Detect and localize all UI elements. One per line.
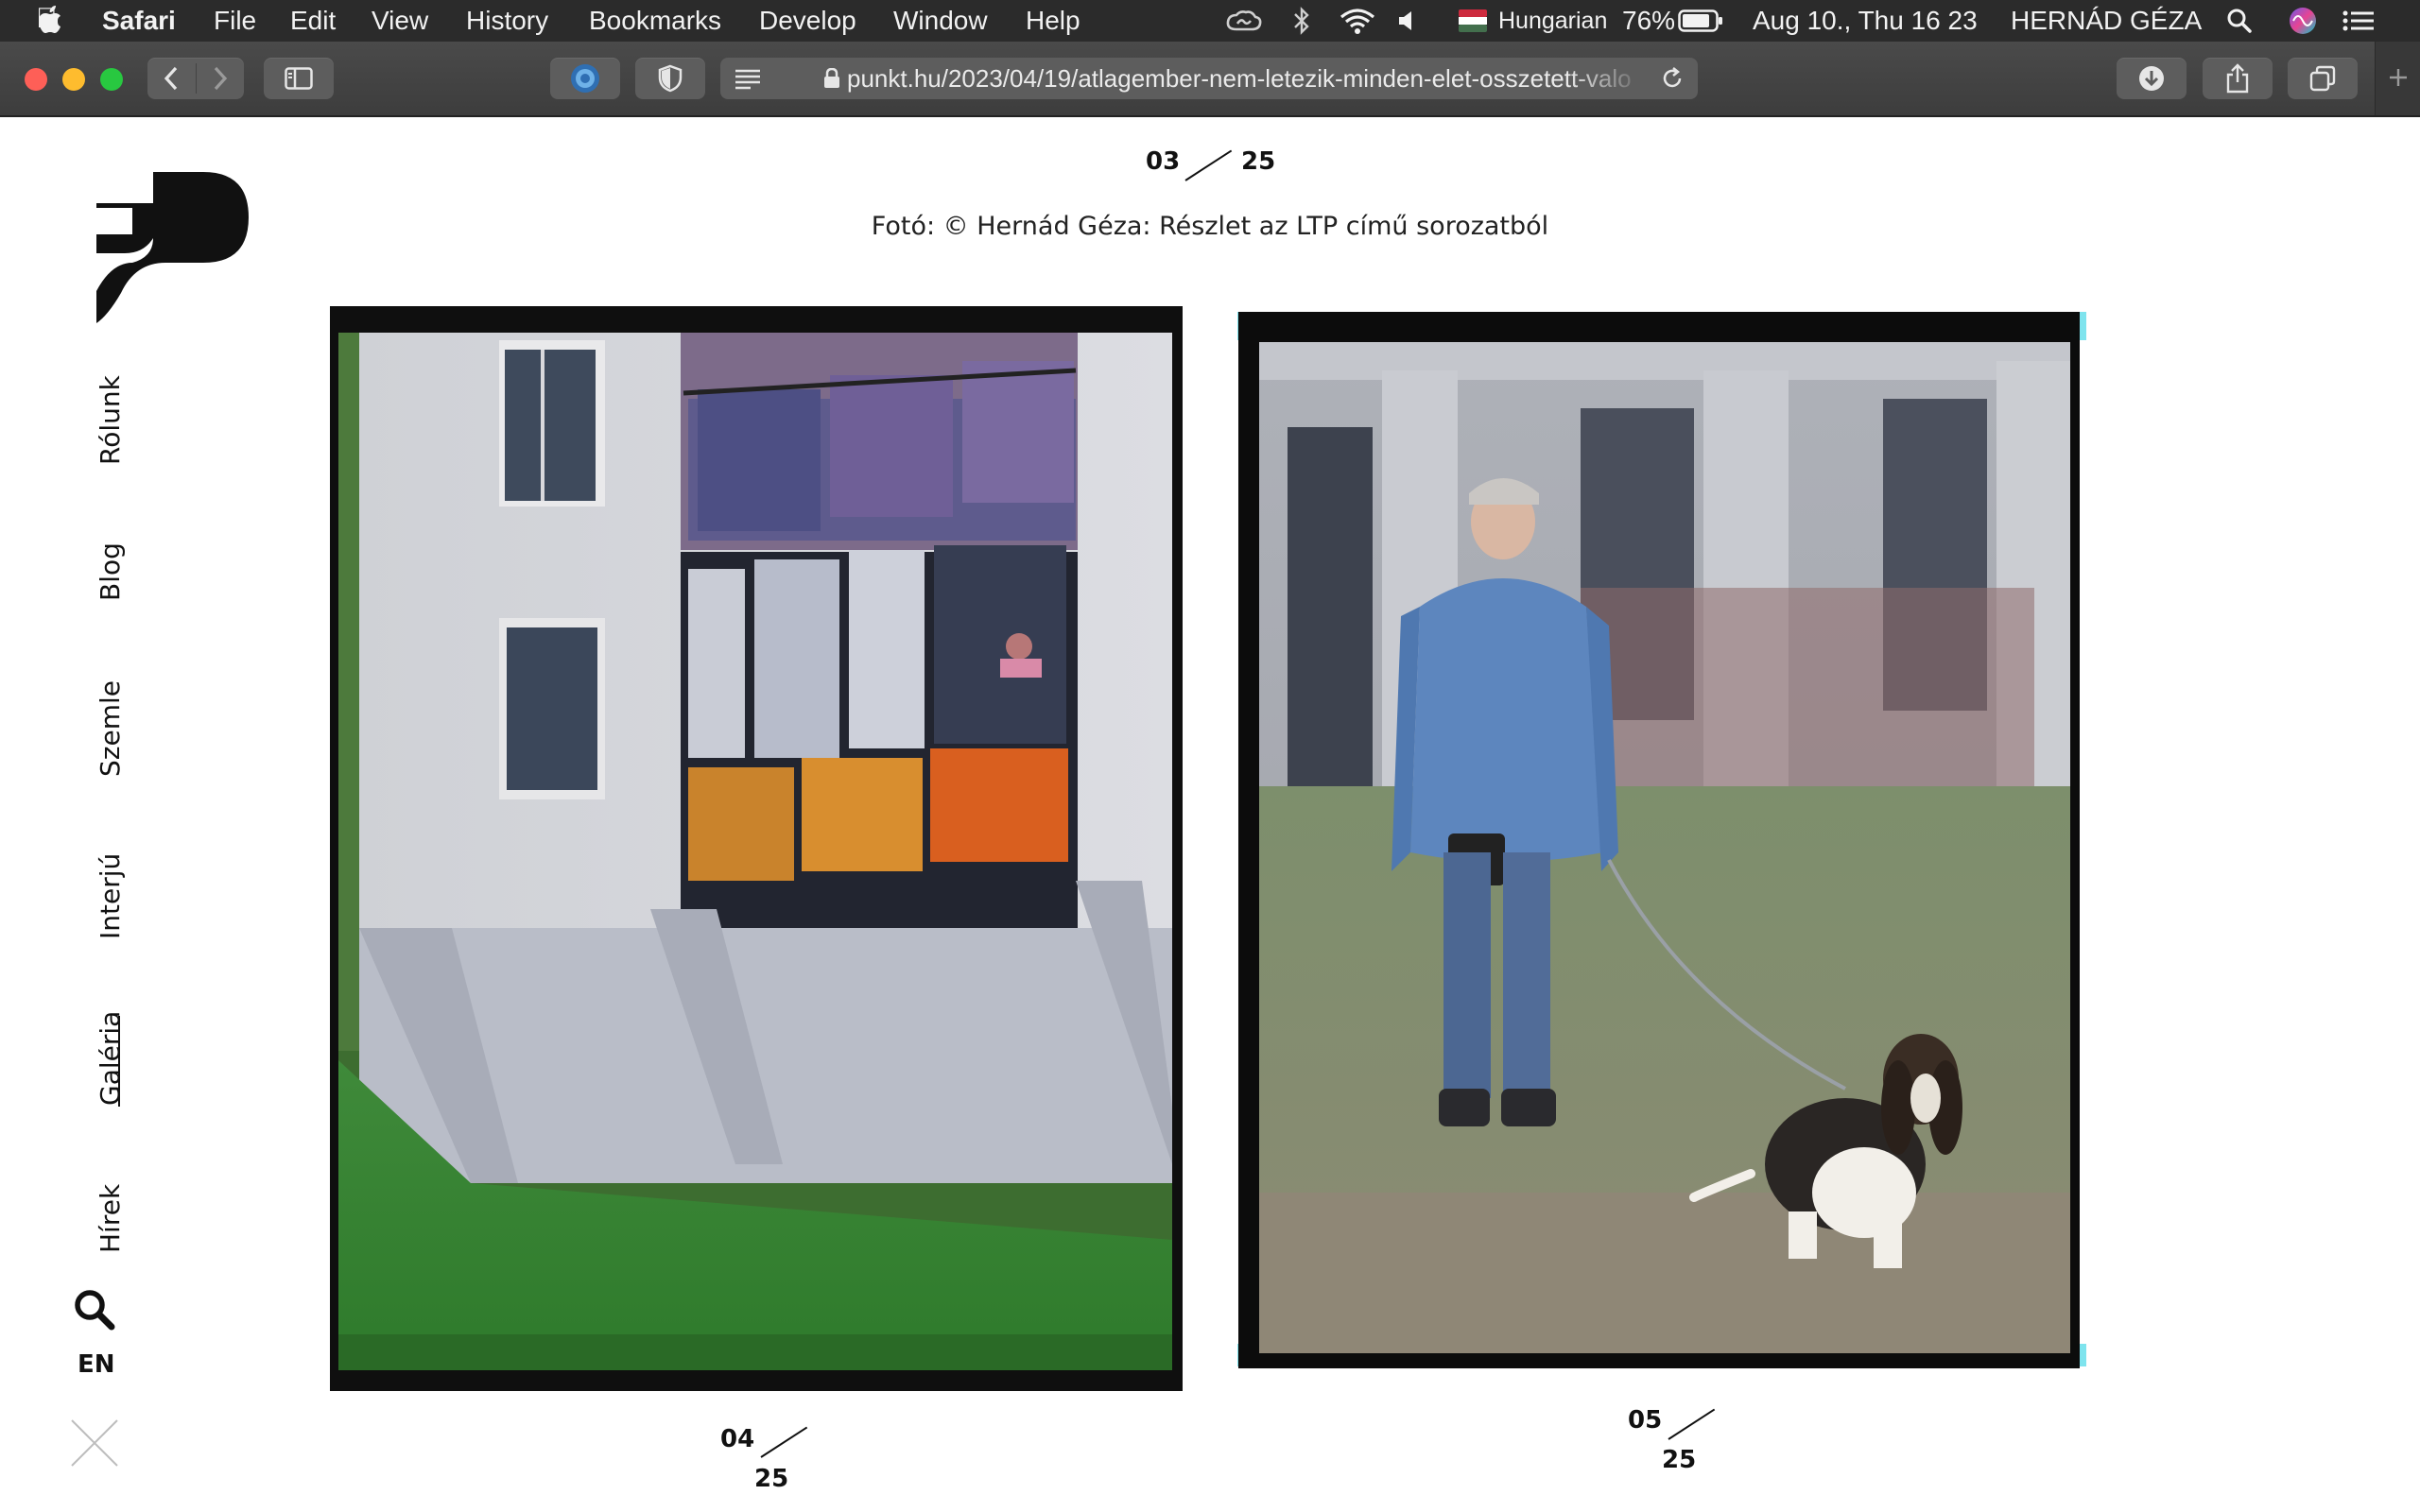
man-with-basset-hound-photo (1259, 342, 2070, 1353)
extension-icon (571, 64, 599, 93)
user-name[interactable]: HERNÁD GÉZA (2011, 6, 2202, 36)
minimize-window-button[interactable] (62, 68, 85, 91)
menu-app-name[interactable]: Safari (102, 6, 176, 36)
lock-icon (824, 68, 839, 88)
photo-left-counter-current: 04 (720, 1425, 755, 1453)
share-icon (2226, 63, 2249, 94)
reader-icon[interactable] (734, 67, 762, 90)
nav-galeria[interactable]: Galéria (95, 1011, 126, 1106)
clock[interactable]: Aug 10., Thu 16 23 (1753, 6, 1978, 36)
menu-window[interactable]: Window (893, 6, 988, 36)
reload-icon[interactable] (1660, 66, 1685, 91)
bluetooth-icon[interactable] (1291, 7, 1312, 35)
nav-interju[interactable]: Interjú (95, 853, 126, 939)
downloads-button[interactable] (2117, 58, 2187, 99)
menu-edit[interactable]: Edit (290, 6, 336, 36)
wifi-icon[interactable] (1339, 7, 1376, 35)
top-counter-current: 03 (1146, 147, 1181, 176)
shield-icon (658, 64, 683, 93)
control-center-icon[interactable] (2342, 9, 2376, 32)
zoom-window-button[interactable] (100, 68, 123, 91)
menu-file[interactable]: File (214, 6, 256, 36)
photo-right-counter-current: 05 (1628, 1406, 1663, 1435)
tab-overview-button[interactable] (2288, 58, 2358, 99)
battery-percent: 76% (1622, 6, 1676, 35)
nav-szemle[interactable]: Szemle (95, 680, 126, 777)
back-forward-group (147, 58, 244, 99)
language-switch[interactable]: EN (78, 1350, 115, 1379)
tabs-icon (2309, 65, 2336, 92)
photo-left-counter-total: 25 (754, 1465, 789, 1493)
share-button[interactable] (2203, 58, 2273, 99)
browser-toolbar: punkt.hu/2023/04/19/atlagember-nem-letez… (0, 42, 2420, 117)
menu-bookmarks[interactable]: Bookmarks (589, 6, 721, 36)
close-window-button[interactable] (25, 68, 47, 91)
spotlight-search-icon[interactable] (2226, 8, 2253, 34)
url-text[interactable]: punkt.hu/2023/04/19/atlagember-nem-letez… (847, 64, 1647, 94)
photo-right-counter-total: 25 (1662, 1446, 1697, 1474)
top-counter-total: 25 (1241, 147, 1276, 176)
photo-caption: Fotó: © Hernád Géza: Részlet az LTP című… (871, 212, 1549, 241)
back-icon[interactable] (163, 65, 180, 92)
forward-icon[interactable] (212, 65, 229, 92)
nav-rolunk[interactable]: Rólunk (95, 375, 126, 465)
siri-icon[interactable] (2288, 6, 2318, 36)
creative-cloud-icon[interactable] (1225, 9, 1263, 33)
menu-view[interactable]: View (372, 6, 428, 36)
close-icon[interactable] (70, 1418, 119, 1468)
volume-icon[interactable] (1397, 9, 1418, 33)
apple-logo-icon[interactable] (38, 6, 62, 34)
sidebar-icon (285, 67, 313, 90)
menu-help[interactable]: Help (1026, 6, 1080, 36)
nav-hirek[interactable]: Hírek (95, 1184, 126, 1253)
address-bar[interactable]: punkt.hu/2023/04/19/atlagember-nem-letez… (720, 58, 1698, 99)
menu-bar:  Safari File Edit View History Bookmark… (0, 0, 2420, 42)
apartment-building-photo (338, 333, 1172, 1370)
privacy-report-button[interactable] (635, 58, 705, 99)
input-source-label[interactable]: Hungarian (1498, 8, 1607, 35)
battery-icon[interactable] (1678, 9, 1723, 32)
sidebar-button[interactable] (264, 58, 334, 99)
new-tab-icon (2390, 69, 2407, 86)
extension-button[interactable] (550, 58, 620, 99)
search-icon[interactable] (73, 1288, 116, 1332)
nav-active-indicator (118, 1016, 120, 1107)
hungarian-flag-icon[interactable] (1459, 9, 1487, 32)
menu-develop[interactable]: Develop (759, 6, 856, 36)
new-tab-button[interactable] (2375, 42, 2420, 115)
punkt-logo[interactable] (95, 170, 251, 323)
photo-left-counter-divider (760, 1426, 808, 1458)
photo-right-counter-divider (1668, 1408, 1716, 1440)
downloads-icon (2139, 66, 2164, 91)
menu-history[interactable]: History (466, 6, 548, 36)
top-counter-divider (1184, 149, 1233, 181)
nav-blog[interactable]: Blog (95, 542, 126, 601)
